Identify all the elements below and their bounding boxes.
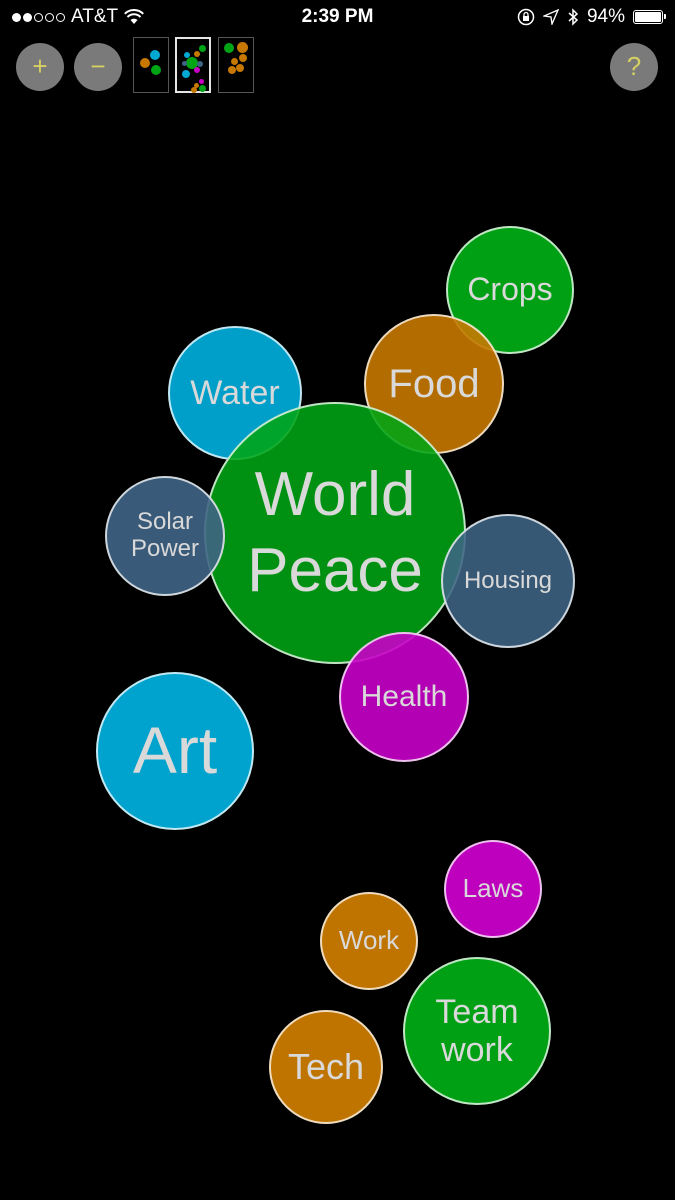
status-bar: AT&T 2:39 PM 94% bbox=[0, 0, 675, 34]
bubble-world-peace-label: World Peace bbox=[247, 460, 423, 605]
bubble-water-label: Water bbox=[190, 373, 280, 412]
bubble-tech[interactable]: Tech bbox=[269, 1010, 383, 1124]
zoom-in-button[interactable]: + bbox=[16, 43, 64, 91]
bubble-teamwork[interactable]: Team work bbox=[403, 957, 551, 1105]
bubble-world-peace[interactable]: World Peace bbox=[204, 402, 466, 664]
bubble-solar-power[interactable]: Solar Power bbox=[105, 476, 225, 596]
zoom-out-button[interactable]: − bbox=[74, 43, 122, 91]
bubble-art[interactable]: Art bbox=[96, 672, 254, 830]
bubble-work[interactable]: Work bbox=[320, 892, 418, 990]
page-thumbnail-2[interactable] bbox=[175, 37, 211, 93]
location-icon bbox=[542, 9, 559, 25]
battery-percent: 94% bbox=[586, 6, 625, 27]
bubble-housing-label: Housing bbox=[463, 566, 553, 594]
bluetooth-icon bbox=[568, 8, 579, 26]
bubble-health-label: Health bbox=[360, 680, 448, 714]
bubble-health[interactable]: Health bbox=[339, 632, 469, 762]
bubble-work-label: Work bbox=[338, 925, 400, 956]
page-thumbnail-3[interactable] bbox=[218, 37, 254, 93]
bubble-laws-label: Laws bbox=[462, 873, 524, 904]
orientation-lock-icon bbox=[517, 8, 535, 26]
status-right: 94% bbox=[517, 6, 666, 28]
bubble-crops-label: Crops bbox=[467, 271, 553, 308]
help-button[interactable]: ? bbox=[610, 43, 658, 91]
bubble-laws[interactable]: Laws bbox=[444, 840, 542, 938]
bubble-solar-power-label: Solar Power bbox=[130, 508, 200, 562]
battery-icon bbox=[633, 10, 666, 24]
bubble-tech-label: Tech bbox=[287, 1045, 365, 1087]
bubble-housing[interactable]: Housing bbox=[441, 514, 575, 648]
bubble-art-label: Art bbox=[132, 713, 218, 788]
page-thumbnail-1[interactable] bbox=[133, 37, 169, 93]
bubble-teamwork-label: Team work bbox=[435, 992, 519, 1069]
bubble-food-label: Food bbox=[388, 361, 480, 406]
